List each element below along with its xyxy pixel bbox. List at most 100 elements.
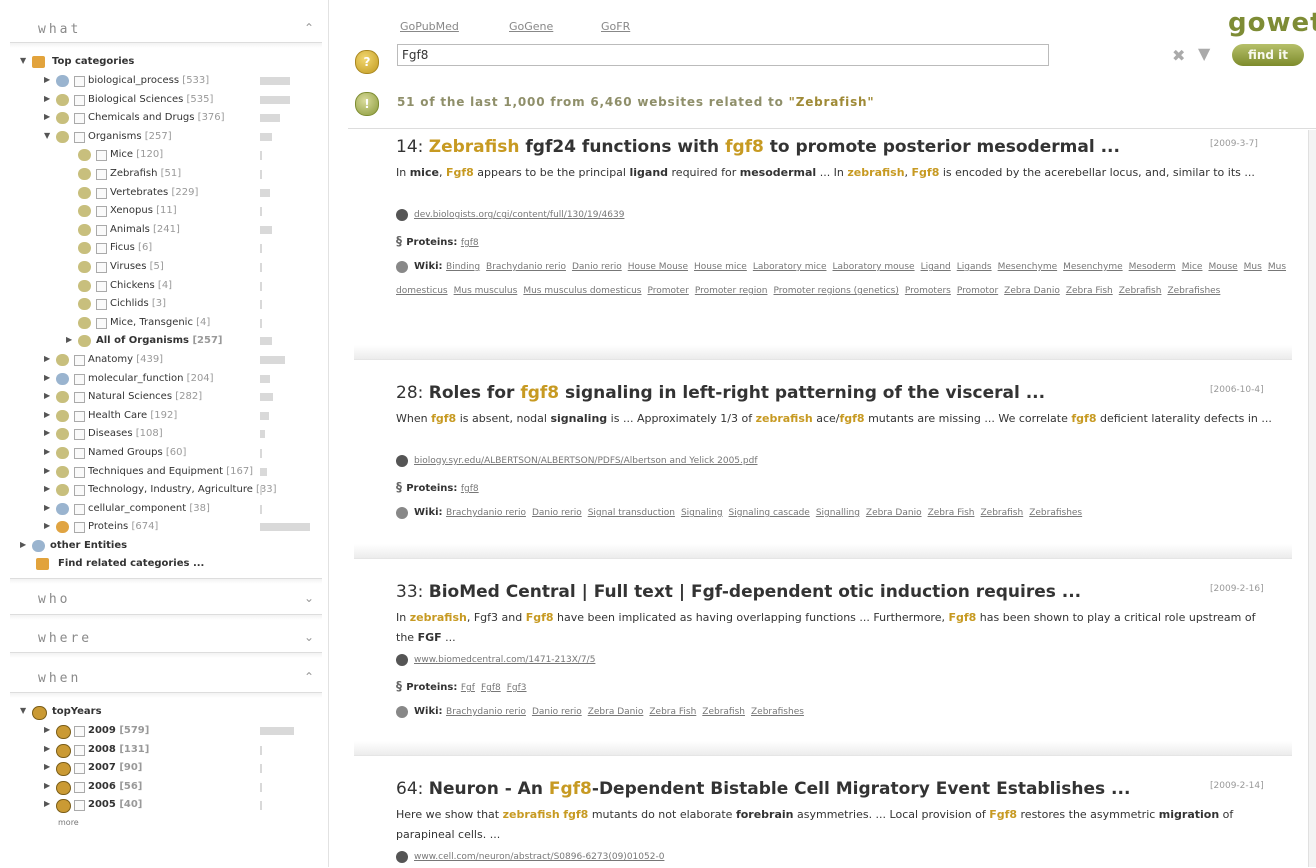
checkbox[interactable] — [74, 448, 85, 459]
who-section-header[interactable]: who ⌄ — [10, 588, 322, 610]
wiki-link[interactable]: Zebrafish — [702, 707, 745, 717]
search-input[interactable] — [397, 44, 1049, 66]
checkbox[interactable] — [74, 726, 85, 737]
collapsed-arrow-icon[interactable]: ▶ — [44, 410, 54, 419]
collapsed-arrow-icon[interactable]: ▶ — [44, 112, 54, 121]
wiki-link[interactable]: Brachydanio rerio — [486, 262, 566, 272]
checkbox[interactable] — [74, 429, 85, 441]
checkbox[interactable] — [74, 131, 85, 143]
checkbox[interactable] — [96, 150, 107, 162]
checkbox[interactable] — [74, 94, 85, 106]
wiki-link[interactable]: Promoter — [648, 286, 689, 296]
collapsed-arrow-icon[interactable]: ▶ — [44, 744, 54, 753]
checkbox[interactable] — [74, 373, 85, 385]
wiki-link[interactable]: House mice — [694, 262, 747, 272]
collapsed-arrow-icon[interactable]: ▶ — [44, 725, 54, 734]
wiki-link[interactable]: Promotor — [957, 286, 998, 296]
wiki-link[interactable]: Laboratory mice — [753, 262, 827, 272]
collapsed-arrow-icon[interactable]: ▶ — [44, 781, 54, 790]
collapsed-arrow-icon[interactable]: ▶ — [44, 75, 54, 84]
checkbox[interactable] — [96, 224, 107, 236]
collapsed-arrow-icon[interactable]: ▶ — [44, 799, 54, 808]
wiki-link[interactable]: Promoter region — [695, 286, 768, 296]
wiki-link[interactable]: Binding — [446, 262, 480, 272]
checkbox[interactable] — [74, 503, 85, 515]
wiki-link[interactable]: Zebra Danio — [588, 707, 644, 717]
wiki-link[interactable]: Mesenchyme — [1063, 262, 1123, 272]
result-url-link[interactable]: www.cell.com/neuron/abstract/S0896-6273(… — [414, 852, 664, 862]
wiki-link[interactable]: Mice — [1182, 262, 1203, 272]
wiki-link[interactable]: Mesoderm — [1129, 262, 1176, 272]
expanded-arrow-icon[interactable]: ▼ — [44, 131, 54, 140]
checkbox[interactable] — [96, 206, 107, 218]
wiki-link[interactable]: Mouse — [1208, 262, 1237, 272]
collapsed-arrow-icon[interactable]: ▶ — [44, 503, 54, 512]
wiki-link[interactable]: Brachydanio rerio — [446, 508, 526, 518]
expanded-arrow-icon[interactable]: ▼ — [20, 706, 30, 715]
wiki-link[interactable]: Mus musculus — [454, 286, 518, 296]
checkbox[interactable] — [96, 187, 107, 199]
wiki-link[interactable]: Zebra Fish — [1066, 286, 1113, 296]
expand-icon[interactable]: ⌄ — [304, 591, 314, 605]
help-icon[interactable]: ? — [355, 50, 379, 74]
result-url-link[interactable]: dev.biologists.org/cgi/content/full/130/… — [414, 210, 624, 220]
wiki-link[interactable]: Ligands — [957, 262, 992, 272]
result-url-link[interactable]: www.biomedcentral.com/1471-213X/7/5 — [414, 655, 595, 665]
tools-icon[interactable]: ✖ — [1172, 46, 1185, 65]
what-section-header[interactable]: what ⌃ — [10, 18, 322, 40]
collapsed-arrow-icon[interactable]: ▶ — [44, 521, 54, 530]
wiki-link[interactable]: Mesenchyme — [998, 262, 1058, 272]
wiki-link[interactable]: Zebrafish — [981, 508, 1024, 518]
collapse-icon[interactable]: ⌃ — [304, 670, 314, 684]
wiki-link[interactable]: Signaling — [681, 508, 723, 518]
wiki-link[interactable]: Zebrafish — [1119, 286, 1162, 296]
wiki-link[interactable]: Signaling cascade — [729, 508, 810, 518]
result-title[interactable]: 14: Zebrafish fgf24 functions with fgf8 … — [396, 137, 1120, 157]
collapsed-arrow-icon[interactable]: ▶ — [20, 540, 30, 549]
protein-link[interactable]: Fgf3 — [507, 683, 527, 693]
nav-gogene-link[interactable]: GoGene — [509, 20, 553, 33]
checkbox[interactable] — [96, 243, 107, 255]
collapsed-arrow-icon[interactable]: ▶ — [44, 94, 54, 103]
wiki-link[interactable]: Mus — [1244, 262, 1262, 272]
result-url-link[interactable]: biology.syr.edu/ALBERTSON/ALBERTSON/PDFS… — [414, 456, 758, 466]
collapsed-arrow-icon[interactable]: ▶ — [44, 447, 54, 456]
wiki-link[interactable]: House Mouse — [628, 262, 688, 272]
wiki-link[interactable]: Laboratory mouse — [832, 262, 914, 272]
wiki-link[interactable]: Zebrafishes — [1029, 508, 1082, 518]
protein-link[interactable]: Fgf — [461, 683, 475, 693]
collapsed-arrow-icon[interactable]: ▶ — [44, 762, 54, 771]
result-title[interactable]: 28: Roles for fgf8 signaling in left-rig… — [396, 383, 1045, 403]
checkbox[interactable] — [74, 744, 85, 756]
wiki-link[interactable]: Promoters — [905, 286, 951, 296]
checkbox[interactable] — [74, 485, 85, 497]
checkbox[interactable] — [74, 113, 85, 125]
checkbox[interactable] — [74, 466, 85, 478]
wiki-link[interactable]: Zebra Fish — [928, 508, 975, 518]
protein-link[interactable]: Fgf8 — [481, 683, 501, 693]
wiki-link[interactable]: Zebrafishes — [1167, 286, 1220, 296]
find-it-button[interactable]: find it — [1232, 44, 1304, 66]
checkbox[interactable] — [74, 76, 85, 87]
collapsed-arrow-icon[interactable]: ▶ — [44, 354, 54, 363]
where-section-header[interactable]: where ⌄ — [10, 627, 322, 649]
wiki-link[interactable]: Zebra Fish — [649, 707, 696, 717]
collapsed-arrow-icon[interactable]: ▶ — [44, 391, 54, 400]
wiki-link[interactable]: Danio rerio — [572, 262, 622, 272]
checkbox[interactable] — [96, 317, 107, 329]
checkbox[interactable] — [74, 392, 85, 404]
wiki-link[interactable]: Zebrafishes — [751, 707, 804, 717]
collapse-icon[interactable]: ⌃ — [304, 21, 314, 35]
collapsed-arrow-icon[interactable]: ▶ — [44, 466, 54, 475]
checkbox[interactable] — [96, 169, 107, 180]
wiki-link[interactable]: Mus musculus domesticus — [523, 286, 641, 296]
scrollbar[interactable] — [1308, 130, 1316, 867]
wiki-link[interactable]: Ligand — [921, 262, 951, 272]
checkbox[interactable] — [74, 522, 85, 534]
filter-icon[interactable]: ▼ — [1198, 44, 1210, 63]
wiki-link[interactable]: Brachydanio rerio — [446, 707, 526, 717]
collapsed-arrow-icon[interactable]: ▶ — [44, 484, 54, 493]
checkbox[interactable] — [74, 781, 85, 793]
when-section-header[interactable]: when ⌃ — [10, 667, 322, 689]
wiki-link[interactable]: Danio rerio — [532, 707, 582, 717]
